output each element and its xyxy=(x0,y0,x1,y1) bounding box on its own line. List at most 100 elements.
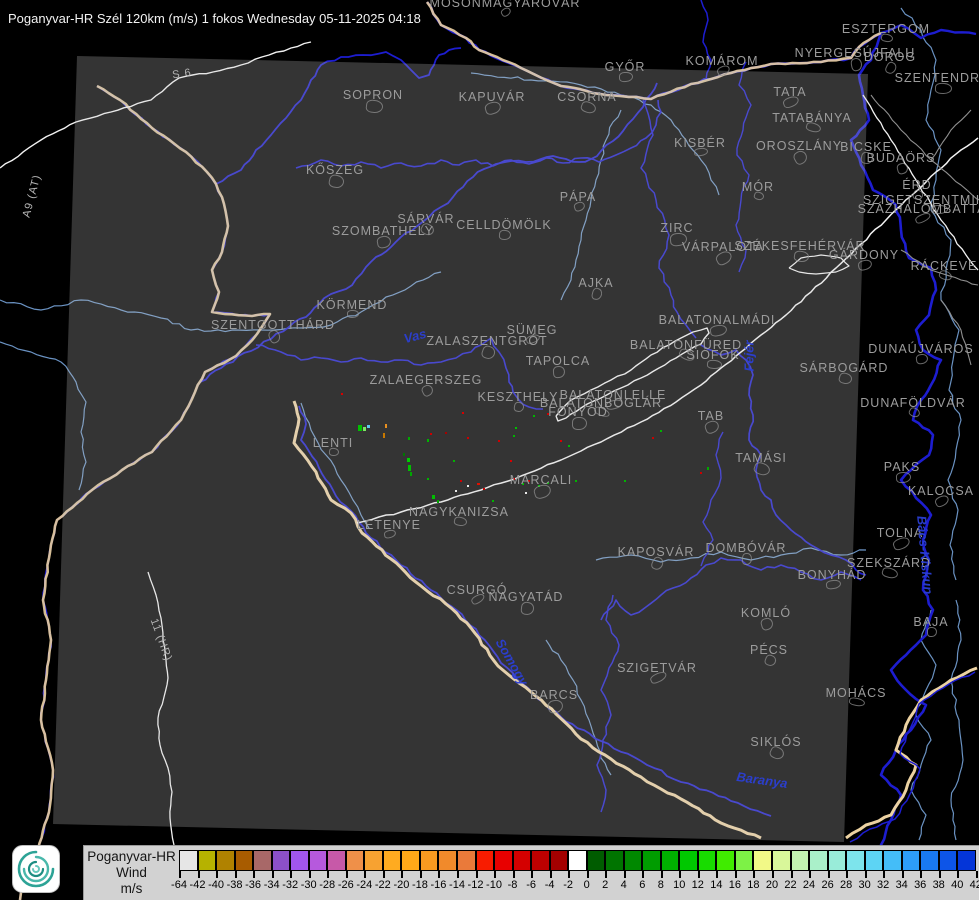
radar-coverage-overlay xyxy=(53,56,868,842)
legend-color-box xyxy=(383,850,402,871)
legend-color-box xyxy=(513,850,532,871)
legend-tick xyxy=(253,871,255,878)
legend-color-box xyxy=(883,850,902,871)
legend-color-box xyxy=(920,850,939,871)
legend-tick xyxy=(587,871,589,878)
map-path-stream-3 xyxy=(951,600,963,840)
legend-tick xyxy=(383,871,385,878)
map-canvas[interactable] xyxy=(0,0,979,900)
legend-color-box xyxy=(550,850,569,871)
legend-tick xyxy=(401,871,403,878)
legend-tick xyxy=(438,871,440,878)
map-title: Poganyvar-HR Szél 120km (m/s) 1 fokos We… xyxy=(8,11,421,26)
legend-tick xyxy=(772,871,774,878)
legend-color-box xyxy=(438,850,457,871)
legend-tick xyxy=(957,871,959,878)
cyclone-logo[interactable] xyxy=(12,845,60,893)
legend-color-box xyxy=(476,850,495,871)
legend-color-box xyxy=(587,850,606,871)
legend-color-box xyxy=(939,850,958,871)
legend-color-box xyxy=(198,850,217,871)
legend-color-box xyxy=(531,850,550,871)
legend-color-box xyxy=(605,850,624,871)
legend-color-box xyxy=(346,850,365,871)
weather-map-app: MOSONMAGYARÓVÁRSOPRONKAPUVÁRCSORNAGYŐRKO… xyxy=(0,0,979,900)
legend-color-box xyxy=(253,850,272,871)
cyclone-logo-icon xyxy=(12,845,60,893)
legend-color-box xyxy=(624,850,643,871)
legend-tick xyxy=(476,871,478,878)
legend-tick xyxy=(346,871,348,878)
legend-panel: Poganyvar-HR Wind m/s -64-42-40-38-36-34… xyxy=(83,845,979,900)
legend-tick-label: 42 xyxy=(959,879,979,891)
legend-color-box xyxy=(401,850,420,871)
legend-color-box xyxy=(661,850,680,871)
legend-product-label: Poganyvar-HR xyxy=(84,849,179,865)
legend-color-box xyxy=(642,850,661,871)
legend-color-box xyxy=(716,850,735,871)
legend-color-box xyxy=(327,850,346,871)
legend-color-box xyxy=(772,850,791,871)
legend-tick xyxy=(828,871,830,878)
legend-tick xyxy=(753,871,755,878)
legend-tick xyxy=(791,871,793,878)
legend-tick xyxy=(272,871,274,878)
legend-color-box xyxy=(957,850,976,871)
legend-color-box xyxy=(216,850,235,871)
legend-color-box xyxy=(735,850,754,871)
legend-color-box xyxy=(420,850,439,871)
legend-tick xyxy=(179,871,181,878)
legend-tick xyxy=(939,871,941,878)
legend-tick xyxy=(642,871,644,878)
legend-tick xyxy=(735,871,737,878)
legend-color-box xyxy=(902,850,921,871)
legend-tick xyxy=(513,871,515,878)
legend-tick xyxy=(216,871,218,878)
legend-tick xyxy=(309,871,311,878)
legend-tick xyxy=(920,871,922,878)
legend-tick xyxy=(457,871,459,878)
legend-tick xyxy=(846,871,848,878)
map-path-road_gray-39 xyxy=(941,300,971,365)
legend-color-box xyxy=(457,850,476,871)
legend-tick xyxy=(716,871,718,878)
legend-color-box xyxy=(235,850,254,871)
legend-color-box xyxy=(828,850,847,871)
legend-color-box xyxy=(568,850,587,871)
map-path-stream-1 xyxy=(901,8,961,580)
map-path-river-14 xyxy=(701,0,711,80)
legend-tick xyxy=(883,871,885,878)
legend-color-box xyxy=(791,850,810,871)
legend-tick xyxy=(624,871,626,878)
legend-color-box xyxy=(179,850,198,871)
legend-tick xyxy=(865,871,867,878)
map-path-road_gray-37 xyxy=(931,110,971,160)
legend-tick xyxy=(902,871,904,878)
legend-tick xyxy=(420,871,422,878)
legend-color-box xyxy=(809,850,828,871)
legend-color-box xyxy=(846,850,865,871)
legend-color-box xyxy=(309,850,328,871)
legend-tick xyxy=(809,871,811,878)
legend-tick xyxy=(290,871,292,878)
legend-tick xyxy=(550,871,552,878)
legend-tick xyxy=(698,871,700,878)
legend-tick xyxy=(364,871,366,878)
legend-color-box xyxy=(272,850,291,871)
legend-tick xyxy=(235,871,237,878)
legend-tick xyxy=(661,871,663,878)
legend-color-box xyxy=(679,850,698,871)
legend-color-box xyxy=(865,850,884,871)
legend-color-box xyxy=(698,850,717,871)
legend-tick xyxy=(494,871,496,878)
legend-tick xyxy=(198,871,200,878)
legend-tick xyxy=(568,871,570,878)
legend-tick xyxy=(976,871,978,878)
legend-color-box xyxy=(753,850,772,871)
legend-color-box xyxy=(364,850,383,871)
legend-tick xyxy=(679,871,681,878)
legend-tick xyxy=(327,871,329,878)
legend-tick xyxy=(531,871,533,878)
map-path-border-26 xyxy=(846,668,977,838)
legend-tick xyxy=(605,871,607,878)
